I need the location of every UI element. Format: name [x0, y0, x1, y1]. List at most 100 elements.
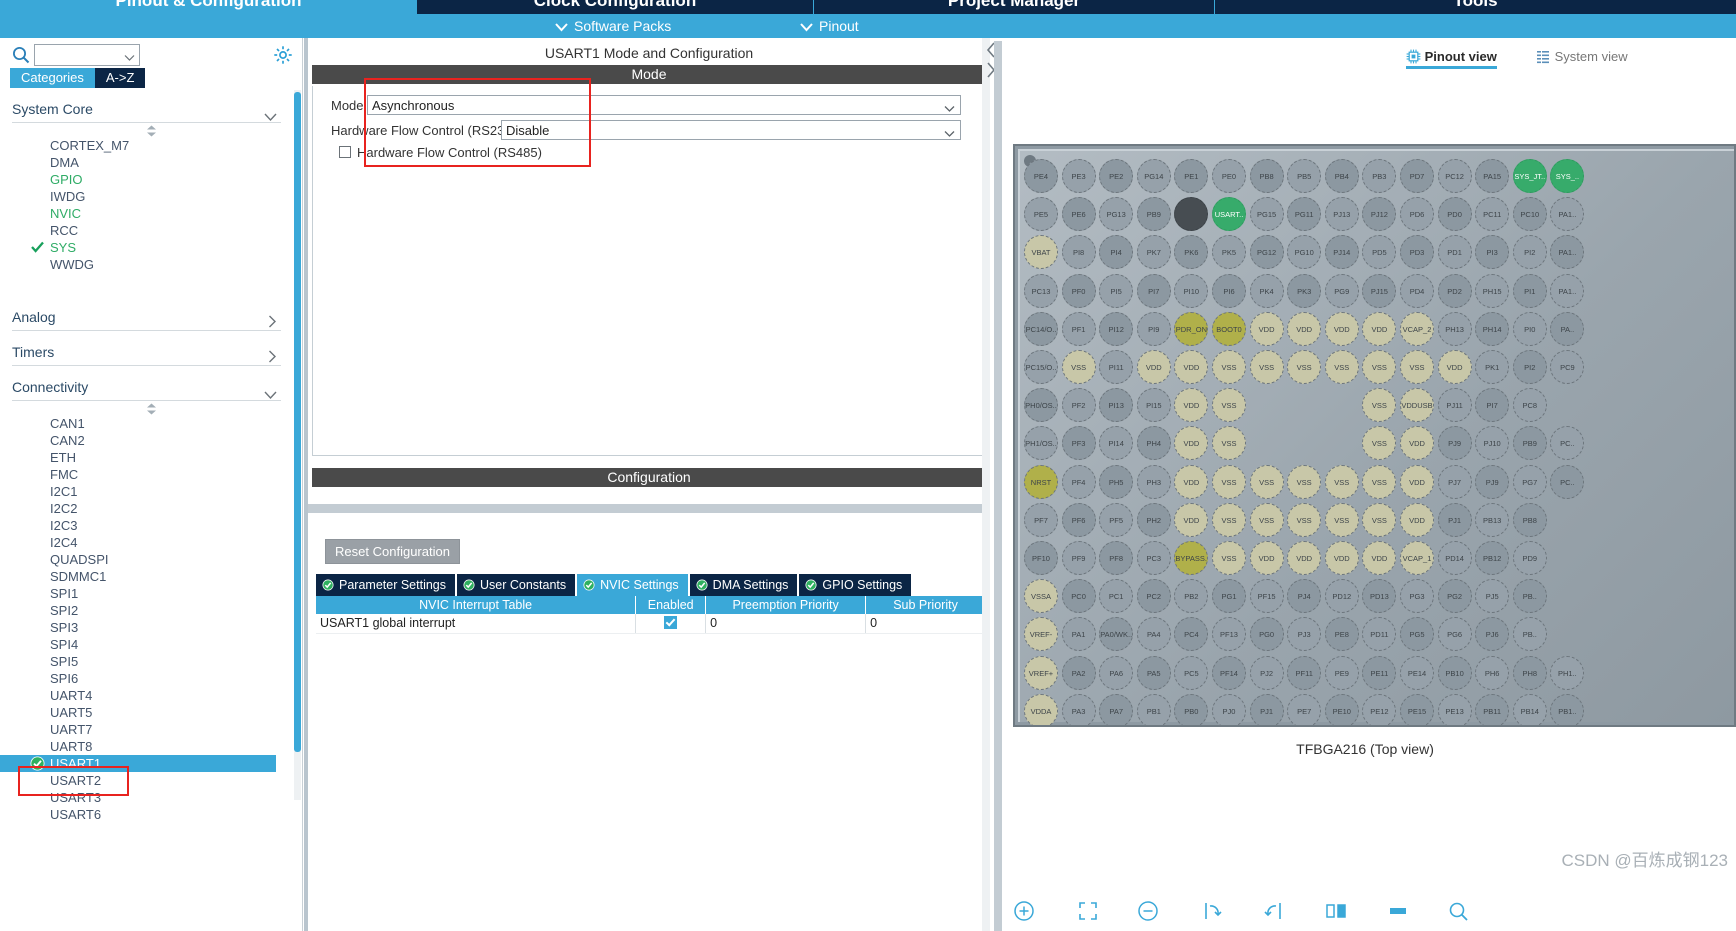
pin-PJ2[interactable]: PJ2 — [1249, 655, 1284, 690]
pin-VSS[interactable]: VSS — [1212, 426, 1246, 461]
pin-PF9[interactable]: PF9 — [1061, 541, 1096, 575]
pin-PI12[interactable]: PI12 — [1099, 311, 1134, 346]
pin-PC9[interactable]: PC9 — [1550, 350, 1585, 384]
pin-PD12[interactable]: PD12 — [1324, 579, 1359, 614]
pin-VDD[interactable]: VDD — [1136, 350, 1171, 384]
pin-PC5[interactable]: PC5 — [1174, 655, 1209, 690]
pin-PI15[interactable]: PI15 — [1136, 388, 1171, 423]
pin-PI4[interactable]: PI4 — [1099, 235, 1134, 270]
pin-PF3[interactable]: PF3 — [1061, 426, 1096, 461]
pin-PI14[interactable]: PI14 — [1099, 426, 1134, 461]
tree-item-gpio[interactable]: GPIO — [0, 171, 293, 188]
pin-VDD[interactable]: VDD — [1249, 311, 1284, 346]
tree-item-spi4[interactable]: SPI4 — [0, 636, 293, 653]
pin-VDD[interactable]: VDD — [1287, 541, 1322, 575]
flip-icon[interactable] — [1324, 899, 1350, 925]
rotate-left-icon[interactable] — [1262, 899, 1288, 925]
pin-PE3[interactable]: PE3 — [1061, 159, 1096, 193]
pin-PB8[interactable]: PB8 — [1249, 159, 1284, 193]
pin-PA5[interactable]: PA5 — [1136, 655, 1171, 690]
pin-PE4[interactable]: PE4 — [1024, 159, 1058, 193]
pin-PI11[interactable]: PI11 — [1099, 350, 1134, 384]
pin-VDD[interactable]: VDD — [1400, 464, 1434, 499]
pin-PG1[interactable]: PG1 — [1212, 579, 1246, 614]
tree-item-nvic[interactable]: NVIC — [0, 205, 293, 222]
pin-VSS[interactable]: VSS — [1362, 464, 1397, 499]
tab-user-constants[interactable]: User Constants — [457, 574, 576, 596]
peripheral-tree[interactable]: System Core CORTEX_M7 DMA GPIO IWDG NVIC… — [0, 90, 303, 931]
search-combobox[interactable] — [34, 44, 140, 66]
tree-item-fmc[interactable]: FMC — [0, 466, 293, 483]
pin-PK4[interactable]: PK4 — [1249, 273, 1284, 308]
pin-VDD[interactable]: VDD — [1287, 311, 1322, 346]
pin-PG5[interactable]: PG5 — [1400, 617, 1434, 652]
tree-item-can2[interactable]: CAN2 — [0, 432, 293, 449]
pin-PB13[interactable]: PB13 — [1475, 502, 1510, 537]
pin-VCAP_1[interactable]: VCAP_1 — [1400, 541, 1434, 575]
pin-PJ11[interactable]: PJ11 — [1437, 388, 1472, 423]
pin-PJ3[interactable]: PJ3 — [1287, 617, 1322, 652]
pin-PB14[interactable]: PB14 — [1512, 693, 1547, 725]
pin-PE6[interactable]: PE6 — [1061, 197, 1096, 232]
pin-PD4[interactable]: PD4 — [1400, 273, 1434, 308]
pin-PF7[interactable]: PF7 — [1024, 502, 1058, 537]
nav-tab-tools[interactable]: Tools — [1215, 0, 1736, 14]
pin-PD0[interactable]: PD0 — [1437, 197, 1472, 232]
hw-flow-rs232-combobox[interactable]: Disable — [501, 120, 961, 140]
pin-VSS[interactable]: VSS — [1287, 350, 1322, 384]
tree-group-analog[interactable]: Analog — [12, 303, 281, 331]
tree-scroll-spinner[interactable] — [0, 401, 293, 415]
pin-VDD[interactable]: VDD — [1400, 426, 1434, 461]
tree-item-usart3[interactable]: USART3 — [0, 789, 293, 806]
pin-PD11[interactable]: PD11 — [1362, 617, 1397, 652]
pin-PG11[interactable]: PG11 — [1287, 197, 1322, 232]
pin-VSS[interactable]: VSS — [1212, 464, 1246, 499]
tab-dma-settings[interactable]: DMA Settings — [689, 574, 798, 596]
pin-PA1[interactable]: PA1.. — [1550, 235, 1585, 270]
pin-PA6[interactable]: PA6 — [1099, 655, 1134, 690]
pin-VSS[interactable]: VSS — [1324, 350, 1359, 384]
pin-PD14[interactable]: PD14 — [1437, 541, 1472, 575]
tree-item-usart2[interactable]: USART2 — [0, 772, 293, 789]
pin-PD7[interactable]: PD7 — [1400, 159, 1434, 193]
pin-PA1[interactable]: PA1.. — [1550, 197, 1585, 232]
pin-PE0[interactable]: PE0 — [1212, 159, 1246, 193]
tree-item-spi5[interactable]: SPI5 — [0, 653, 293, 670]
center-panel-scrollbar[interactable] — [982, 38, 990, 931]
pin-VBAT[interactable]: VBAT — [1024, 235, 1058, 270]
sidebar-scrollbar[interactable] — [294, 90, 301, 800]
pin-PB8[interactable]: PB8 — [1512, 502, 1547, 537]
pin-PA[interactable]: PA.. — [1550, 311, 1585, 346]
pin-PJ1[interactable]: PJ1 — [1437, 502, 1472, 537]
tree-item-quadspi[interactable]: QUADSPI — [0, 551, 293, 568]
tab-nvic-settings[interactable]: NVIC Settings — [577, 574, 688, 596]
pin-NRST[interactable]: NRST — [1024, 464, 1058, 499]
tree-group-system-core[interactable]: System Core — [12, 95, 281, 123]
subnav-item-pinout[interactable]: Pinout — [800, 14, 859, 38]
pin-PC2[interactable]: PC2 — [1136, 579, 1171, 614]
pin-PE7[interactable]: PE7 — [1287, 693, 1322, 725]
pin-PH6[interactable]: PH6 — [1475, 655, 1510, 690]
pin-PC0[interactable]: PC0 — [1061, 579, 1096, 614]
pin-VDD[interactable]: VDD — [1174, 426, 1209, 461]
pin-VDD[interactable]: VDD — [1174, 388, 1209, 423]
pin-BYPASS[interactable]: BYPASS.. — [1174, 541, 1209, 575]
pin-PG2[interactable]: PG2 — [1437, 579, 1472, 614]
subnav-item-software-packs[interactable]: Software Packs — [555, 14, 671, 38]
pin-VDD[interactable]: VDD — [1437, 350, 1472, 384]
pin-VDD[interactable]: VDD — [1174, 350, 1209, 384]
pin-PJ7[interactable]: PJ7 — [1437, 464, 1472, 499]
pin-PH5[interactable]: PH5 — [1099, 464, 1134, 499]
tree-item-uart5[interactable]: UART5 — [0, 704, 293, 721]
tree-item-cortex-m7[interactable]: CORTEX_M7 — [0, 137, 293, 154]
pin-PE9[interactable]: PE9 — [1324, 655, 1359, 690]
pin-VDD[interactable]: VDD — [1400, 502, 1434, 537]
pin-PF5[interactable]: PF5 — [1099, 502, 1134, 537]
column-sub-priority[interactable]: Sub Priority — [865, 596, 986, 614]
pin-PA4[interactable]: PA4 — [1136, 617, 1171, 652]
pin-PB3[interactable]: PB3 — [1362, 159, 1397, 193]
pin-PF14[interactable]: PF14 — [1212, 655, 1246, 690]
sidebar-scrollbar-thumb[interactable] — [294, 92, 301, 752]
zoom-out-icon[interactable] — [1136, 899, 1162, 925]
pin-VSS[interactable]: VSS — [1212, 388, 1246, 423]
